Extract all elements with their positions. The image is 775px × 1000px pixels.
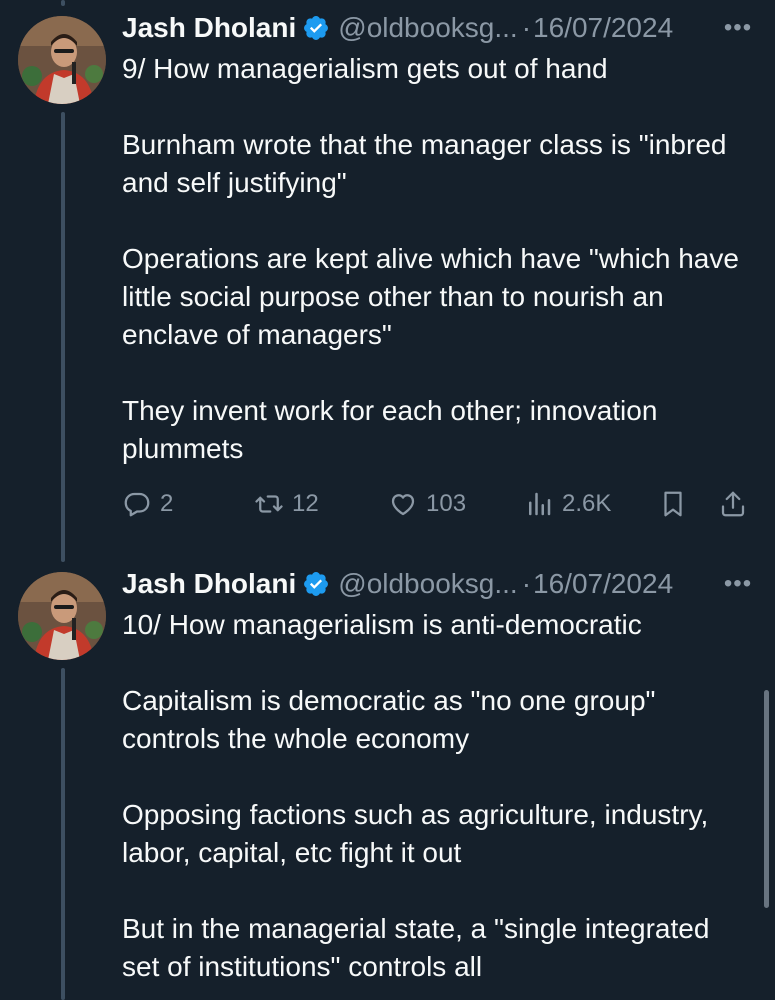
like-count: 103	[426, 490, 467, 517]
reply-count: 2	[160, 490, 174, 517]
repost-count: 12	[292, 490, 319, 517]
share-button[interactable]	[718, 484, 756, 524]
more-dots-icon[interactable]: •••	[718, 564, 758, 604]
tweet-paragraph: Burnham wrote that the manager class is …	[122, 129, 727, 198]
repost-icon	[255, 495, 283, 513]
scrollbar[interactable]	[764, 690, 769, 908]
author-handle[interactable]: @oldbooksg...	[338, 568, 517, 600]
verified-badge-icon	[304, 572, 329, 596]
avatar[interactable]	[18, 572, 106, 660]
views-button[interactable]: 2.6K	[524, 484, 611, 524]
tweet-header: Jash Dholani @oldbooksg... · 16/07/2024	[122, 8, 673, 48]
tweet[interactable]: Jash Dholani @oldbooksg... · 16/07/2024 …	[0, 556, 775, 1000]
tweet-paragraph: Opposing factions such as agriculture, i…	[122, 799, 709, 868]
tweet-text: 9/ How managerialism gets out of hand Bu…	[122, 50, 752, 468]
tweet-text: 10/ How managerialism is anti-democratic…	[122, 606, 752, 986]
like-button[interactable]: 103	[388, 484, 466, 524]
avatar-image	[18, 572, 106, 660]
bookmark-icon	[664, 491, 682, 517]
views-chart-icon	[529, 492, 551, 516]
author-name[interactable]: Jash Dholani	[122, 568, 296, 600]
heart-icon	[391, 494, 415, 516]
tweet-paragraph: Capitalism is democratic as "no one grou…	[122, 685, 656, 754]
tweet-paragraph: 10/ How managerialism is anti-democratic	[122, 609, 642, 640]
reply-button[interactable]: 2	[122, 484, 173, 524]
tweet-paragraph: Operations are kept alive which have "wh…	[122, 243, 739, 350]
verified-badge-icon	[304, 16, 329, 40]
repost-button[interactable]: 12	[254, 484, 319, 524]
tweet-actions: 2 12 103 2.6K	[122, 484, 762, 524]
tweet-paragraph: But in the managerial state, a "single i…	[122, 913, 710, 982]
separator: ·	[521, 12, 532, 43]
more-dots-icon[interactable]: •••	[718, 8, 758, 48]
share-icon	[721, 491, 745, 517]
reply-icon	[124, 492, 150, 517]
avatar-image	[18, 16, 106, 104]
avatar[interactable]	[18, 16, 106, 104]
views-count: 2.6K	[562, 490, 612, 517]
tweet-paragraph: 9/ How managerialism gets out of hand	[122, 53, 608, 84]
tweet-date[interactable]: 16/07/2024	[533, 12, 673, 44]
tweet[interactable]: Jash Dholani @oldbooksg... · 16/07/2024 …	[0, 0, 775, 556]
author-name[interactable]: Jash Dholani	[122, 12, 296, 44]
separator: ·	[521, 568, 532, 599]
tweet-date[interactable]: 16/07/2024	[533, 568, 673, 600]
author-handle[interactable]: @oldbooksg...	[338, 12, 517, 44]
tweet-paragraph: They invent work for each other; innovat…	[122, 395, 658, 464]
tweet-header: Jash Dholani @oldbooksg... · 16/07/2024	[122, 564, 673, 604]
bookmark-button[interactable]	[658, 484, 696, 524]
